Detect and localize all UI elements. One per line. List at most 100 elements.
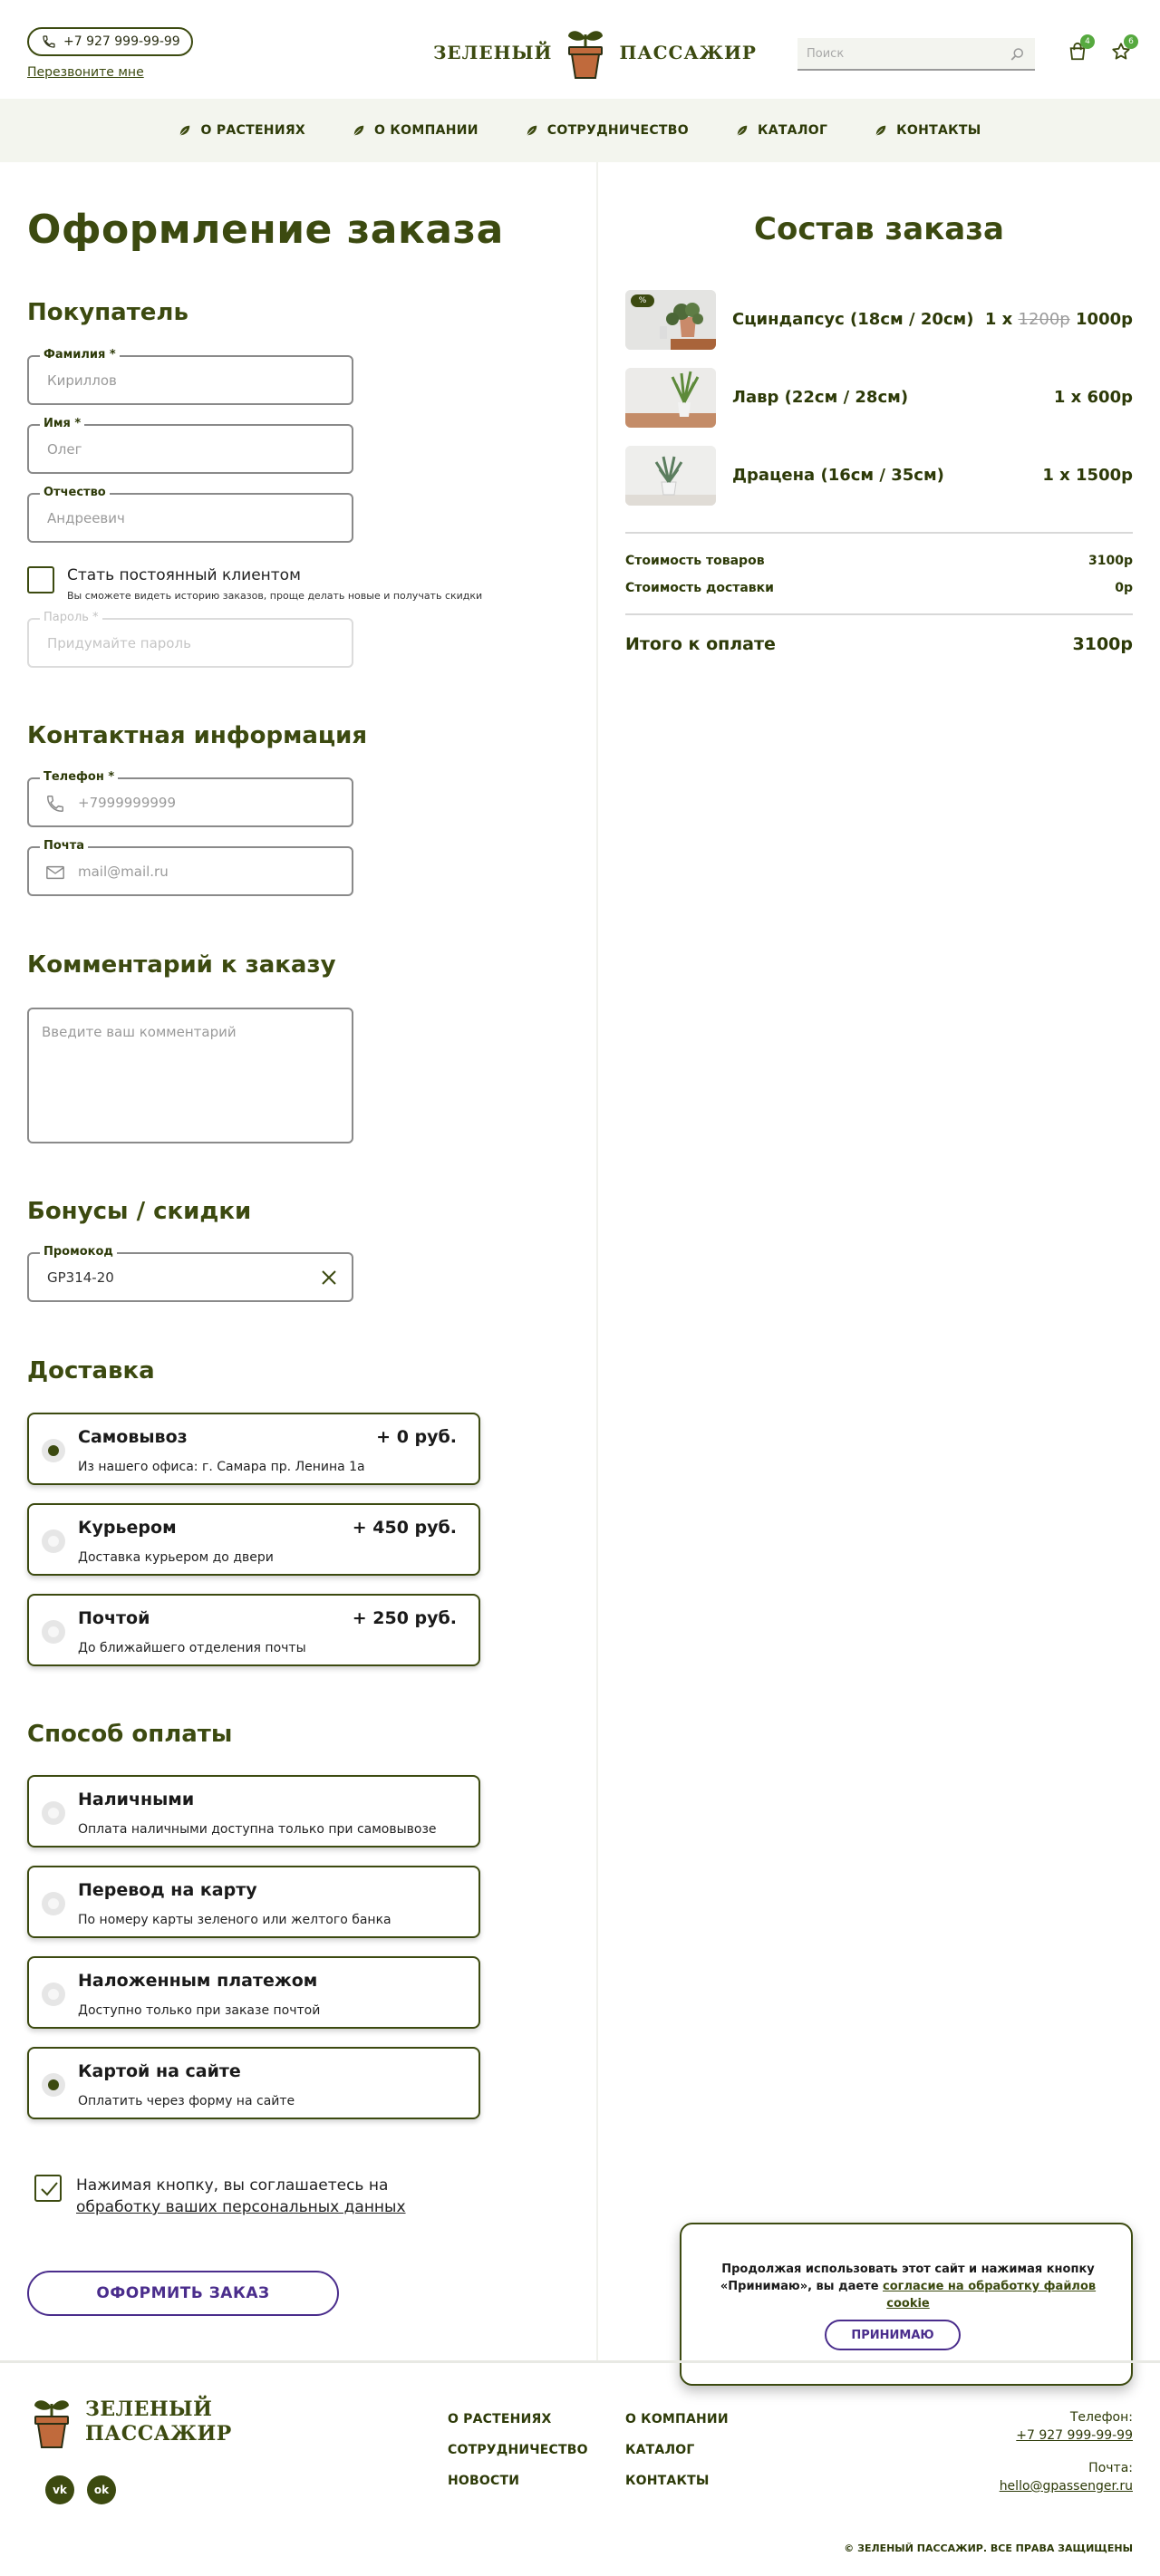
radio-dot [48,1626,59,1637]
product-thumbnail[interactable] [625,446,716,506]
consent-checkbox[interactable] [34,2175,62,2202]
footer-link-catalog[interactable]: КАТАЛОГ [625,2443,695,2457]
contacts-heading: Контактная информация [27,722,368,749]
cart-button[interactable]: 4 [1068,34,1095,62]
delivery-option-courier[interactable]: Курьером + 450 руб. Доставка курьером до… [27,1503,480,1576]
footer-phone-link[interactable]: +7 927 999-99-99 [1016,2428,1133,2443]
favorites-button[interactable]: 6 [1111,34,1138,62]
first-name-input[interactable] [47,426,319,472]
comment-field [27,1008,353,1143]
odnoklassniki-icon[interactable]: ok [87,2475,116,2504]
payment-option-cash[interactable]: Наличными Оплата наличными доступна толь… [27,1775,480,1848]
radio-dot [48,1898,59,1909]
accept-cookies-button[interactable]: ПРИНИМАЮ [825,2320,961,2350]
search-icon[interactable] [1010,46,1026,63]
footer-link-contacts[interactable]: КОНТАКТЫ [625,2474,710,2488]
radio-button[interactable] [42,1983,65,2006]
phone-number: +7 927 999-99-99 [63,34,180,49]
option-price: + 450 руб. [352,1518,457,1538]
option-title: Картой на сайте [78,2061,241,2081]
radio-button[interactable] [42,1439,65,1462]
product-qty: 1 x [1053,388,1088,407]
option-description: До ближайшего отделения почты [78,1641,306,1655]
leaf-icon [527,125,537,136]
radio-button[interactable] [42,1529,65,1553]
checkmark-icon [41,2182,58,2196]
radio-button[interactable] [42,1801,65,1825]
nav-label: КОНТАКТЫ [896,123,981,138]
search-input[interactable] [798,38,997,69]
option-title: Почтой [78,1608,150,1628]
regular-client-checkbox-row[interactable]: Стать постоянный клиентом Вы сможете вид… [27,566,482,602]
payment-option-cod[interactable]: Наложенным платежом Доступно только при … [27,1956,480,2029]
footer-link-plants[interactable]: О РАСТЕНИЯХ [448,2412,551,2426]
product-price: 1 x 1500р [1042,466,1133,485]
option-price: + 0 руб. [376,1427,457,1447]
product-new-price: 1000р [1076,310,1133,329]
footer-link-news[interactable]: НОВОСТИ [448,2474,519,2488]
site-header: +7 927 999-99-99 Перезвоните мне ЗЕЛЕНЫЙ… [0,0,1160,99]
callback-link[interactable]: Перезвоните мне [27,65,144,80]
delivery-heading: Доставка [27,1357,155,1384]
payment-option-card-transfer[interactable]: Перевод на карту По номеру карты зеленог… [27,1866,480,1938]
consent-row: Нажимая кнопку, вы соглашаетесь на обраб… [34,2175,475,2218]
radio-button[interactable] [42,1620,65,1644]
regular-client-checkbox[interactable] [27,566,54,593]
option-description: Оплата наличными доступна только при сам… [78,1822,437,1837]
option-description: По номеру карты зеленого или желтого бан… [78,1913,392,1927]
nav-item-catalog[interactable]: КАТАЛОГ [736,123,827,138]
product-thumbnail[interactable]: % [625,290,716,350]
order-item: % Сциндапсус (18см / 20см) 1 x 1200р 100… [625,290,1133,350]
nav-item-contacts[interactable]: КОНТАКТЫ [875,123,981,138]
phone-input[interactable] [78,779,350,825]
nav-item-company[interactable]: О КОМПАНИИ [353,123,478,138]
cookie-policy-link[interactable]: согласие на обработку файлов cookie [883,2280,1096,2311]
nav-item-plants[interactable]: О РАСТЕНИЯХ [179,123,305,138]
option-price: + 250 руб. [352,1608,457,1628]
delivery-option-pickup[interactable]: Самовывоз + 0 руб. Из нашего офиса: г. С… [27,1413,480,1485]
product-name[interactable]: Сциндапсус (18см / 20см) [732,310,973,329]
consent-text: Нажимая кнопку, вы соглашаетесь на обраб… [76,2175,475,2218]
promo-input[interactable] [47,1254,319,1300]
option-description: Доставка курьером до двери [78,1550,274,1565]
nav-label: О КОМПАНИИ [374,123,478,138]
option-description: Из нашего офиса: г. Самара пр. Ленина 1а [78,1460,365,1474]
favorites-count-badge: 6 [1124,34,1138,49]
footer-divider [0,2360,1160,2363]
delivery-option-post[interactable]: Почтой + 250 руб. До ближайшего отделени… [27,1594,480,1666]
footer-logo-text: ЗЕЛЕНЫЙ ПАССАЖИР [85,2398,232,2446]
product-name[interactable]: Драцена (16см / 35см) [732,466,944,485]
phone-button[interactable]: +7 927 999-99-99 [27,27,193,56]
summary-divider [625,613,1133,615]
last-name-input[interactable] [47,357,319,403]
copyright: © ЗЕЛЕНЫЙ ПАССАЖИР. ВСЕ ПРАВА ЗАЩИЩЕНЫ [844,2542,1133,2554]
product-qty: 1 x [984,310,1019,329]
cart-count-badge: 4 [1080,34,1095,49]
footer-link-cooperation[interactable]: СОТРУДНИЧЕСТВО [448,2443,588,2457]
close-icon[interactable] [321,1269,337,1286]
patronymic-field: Отчество [27,486,353,543]
footer-email-link[interactable]: hello@gpassenger.ru [1000,2479,1133,2494]
email-input[interactable] [78,848,350,894]
footer-logo[interactable]: ЗЕЛЕНЫЙ ПАССАЖИР [31,2394,232,2450]
vk-icon[interactable]: vk [45,2475,74,2504]
payment-option-online-card[interactable]: Картой на сайте Оплатить через форму на … [27,2047,480,2119]
nav-label: О РАСТЕНИЯХ [200,123,306,138]
personal-data-link[interactable]: обработку ваших персональных данных [76,2198,406,2216]
footer-logo-line2: ПАССАЖИР [85,2422,232,2446]
patronymic-input[interactable] [47,495,319,541]
footer-link-company[interactable]: О КОМПАНИИ [625,2412,729,2426]
plant-image-icon [625,368,716,428]
radio-button[interactable] [42,2073,65,2097]
radio-button[interactable] [42,1892,65,1915]
nav-item-cooperation[interactable]: СОТРУДНИЧЕСТВО [526,123,689,138]
comment-textarea[interactable] [42,1024,341,1133]
option-description: Доступно только при заказе почтой [78,2003,321,2018]
product-thumbnail[interactable] [625,368,716,428]
place-order-button[interactable]: ОФОРМИТЬ ЗАКАЗ [27,2271,339,2316]
password-input[interactable] [47,620,319,666]
regular-client-hint: Вы сможете видеть историю заказов, проще… [67,590,483,602]
summary-divider [625,532,1133,534]
site-logo[interactable]: ЗЕЛЕНЫЙ ПАССАЖИР [433,25,757,80]
product-name[interactable]: Лавр (22см / 28см) [732,388,908,407]
